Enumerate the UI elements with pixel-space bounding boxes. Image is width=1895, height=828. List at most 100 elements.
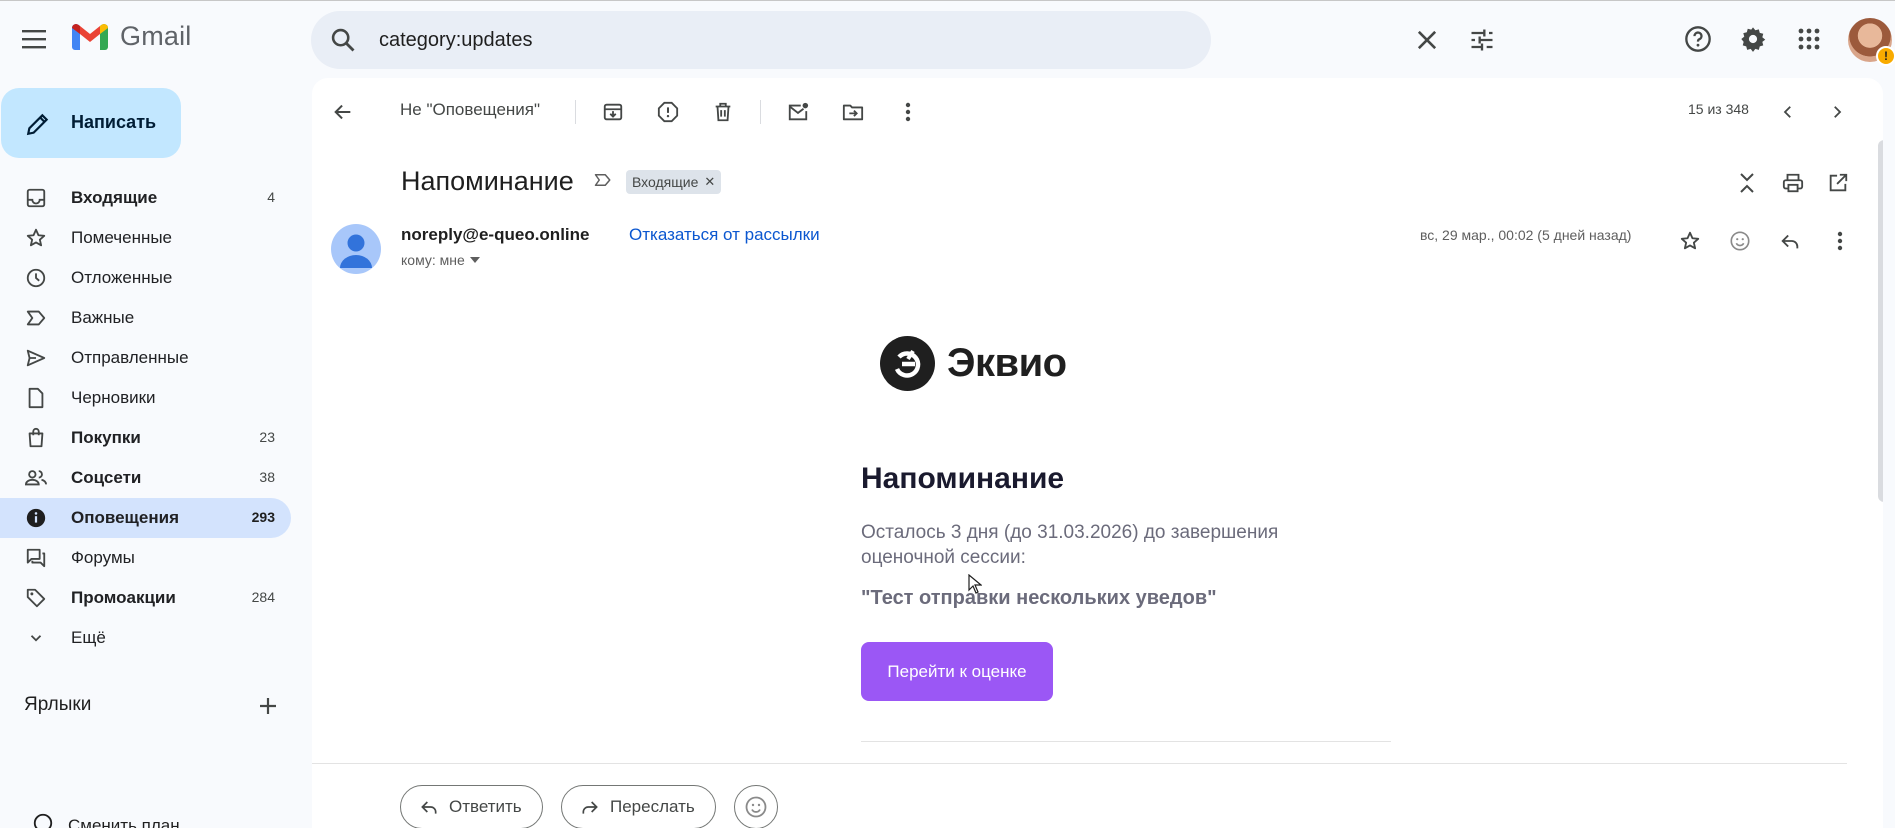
labels-heading: Ярлыки (24, 694, 92, 715)
thread-divider (312, 763, 1847, 764)
account-warning-icon: ! (1876, 46, 1895, 66)
compose-button[interactable]: Написать (1, 88, 181, 158)
gmail-logo[interactable]: Gmail (70, 21, 192, 52)
upgrade-label: Сменить план (68, 815, 180, 828)
sidebar-item-sent[interactable]: Отправленные (0, 338, 291, 378)
sidebar-item-count: 293 (251, 509, 275, 525)
pencil-icon (26, 113, 49, 136)
more-vert-icon[interactable] (891, 95, 925, 129)
main-menu-icon[interactable] (19, 23, 51, 55)
clear-search-icon[interactable] (1413, 26, 1441, 59)
message-more-vert-icon[interactable] (1823, 224, 1857, 258)
reply-button[interactable]: Ответить (400, 785, 543, 828)
sidebar-item-label: Ещё (71, 628, 106, 647)
sender-email[interactable]: noreply@e-queo.online (401, 225, 589, 245)
label-chip-inbox: Входящие ✕ (626, 170, 722, 194)
go-to-assessment-button[interactable]: Перейти к оценке (861, 642, 1053, 701)
emoji-icon (745, 796, 767, 818)
sidebar-item-count: 23 (259, 429, 275, 445)
sidebar-item-label: Форумы (71, 548, 135, 567)
sender-avatar[interactable] (331, 224, 381, 274)
sidebar-item-starred[interactable]: Помеченные (0, 218, 291, 258)
email-session-name: "Тест отправки нескольких уведов" (861, 587, 1217, 609)
message-view: Не "Оповещения" 15 из 348 Напоминание Вх… (312, 78, 1883, 828)
newer-chevron-left-icon[interactable] (1771, 95, 1805, 129)
scrollbar[interactable] (1878, 140, 1883, 502)
toolbar-divider (575, 100, 576, 124)
not-updates-button[interactable]: Не "Оповещения" (400, 100, 540, 120)
ekvio-logo-mark-icon (880, 336, 935, 391)
sidebar-item-updates[interactable]: Оповещения 293 (0, 498, 291, 538)
star-message-icon[interactable] (1673, 224, 1707, 258)
sidebar-item-snoozed[interactable]: Отложенные (0, 258, 291, 298)
sidebar-item-label: Входящие (71, 188, 158, 207)
apps-grid-icon[interactable] (1788, 18, 1830, 60)
mark-unread-icon[interactable] (781, 95, 815, 129)
pagination-label: 15 из 348 (1688, 101, 1749, 117)
sidebar-item-more[interactable]: Ещё (0, 618, 291, 658)
react-emoji-button[interactable] (734, 785, 778, 828)
sidebar-item-count: 4 (267, 189, 275, 205)
importance-marker-icon[interactable] (594, 172, 612, 193)
sidebar-item-label: Промоакции (71, 588, 176, 607)
sidebar-item-label: Помеченные (71, 228, 173, 247)
star-icon (24, 226, 48, 250)
help-icon[interactable] (1677, 18, 1719, 60)
message-date: вс, 29 мар., 00:02 (5 дней назад) (1420, 227, 1632, 243)
gmail-m-icon (72, 23, 108, 50)
move-to-icon[interactable] (836, 95, 870, 129)
message-subject: Напоминание (401, 166, 574, 196)
sidebar-item-promotions[interactable]: Промоакции 284 (0, 578, 291, 618)
email-divider (861, 741, 1391, 742)
emoji-reaction-icon[interactable] (1723, 224, 1757, 258)
upgrade-plan-link[interactable]: Сменить план (32, 812, 180, 828)
search-input[interactable] (379, 26, 979, 54)
search-bar (311, 11, 1493, 69)
ekvio-wordmark: Эквио (947, 341, 1067, 385)
forum-icon (24, 546, 48, 570)
recipient-label: кому: мне (401, 252, 465, 268)
draft-icon (24, 386, 48, 410)
inbox-icon (24, 186, 48, 210)
add-label-icon[interactable] (256, 694, 280, 723)
sidebar-item-label: Оповещения (71, 508, 179, 527)
forward-button[interactable]: Переслать (561, 785, 716, 828)
recipient-details[interactable]: кому: мне (401, 252, 481, 268)
caret-down-icon (469, 257, 480, 263)
remove-label-icon[interactable]: ✕ (704, 174, 715, 190)
sidebar-item-important[interactable]: Важные (0, 298, 291, 338)
sidebar-item-purchases[interactable]: Покупки 23 (0, 418, 291, 458)
search-options-icon[interactable] (1468, 26, 1496, 59)
upgrade-icon (32, 812, 54, 828)
email-text: Осталось 3 дня (до 31.03.2026) до заверш… (861, 522, 1279, 568)
report-spam-icon[interactable] (651, 95, 685, 129)
sidebar-item-forums[interactable]: Форумы (0, 538, 291, 578)
delete-trash-icon[interactable] (706, 95, 740, 129)
collapse-all-icon[interactable] (1730, 166, 1764, 200)
settings-gear-icon[interactable] (1732, 18, 1774, 60)
search-icon[interactable] (329, 26, 357, 59)
label-chip-text: Входящие (632, 174, 699, 190)
top-bar: Gmail ! (0, 0, 1895, 78)
back-arrow-icon[interactable] (326, 95, 360, 129)
compose-label: Написать (71, 112, 157, 132)
archive-icon[interactable] (596, 95, 630, 129)
sidebar-item-label: Важные (71, 308, 135, 327)
sidebar-item-count: 38 (259, 469, 275, 485)
people-icon (24, 466, 48, 490)
sidebar-item-drafts[interactable]: Черновики (0, 378, 291, 418)
reply-icon[interactable] (1773, 224, 1807, 258)
account-avatar[interactable]: ! (1848, 18, 1895, 66)
tag-icon (24, 586, 48, 610)
print-icon[interactable] (1776, 166, 1810, 200)
open-in-new-window-icon[interactable] (1821, 166, 1855, 200)
sidebar-item-count: 284 (251, 589, 275, 605)
sidebar-item-social[interactable]: Соцсети 38 (0, 458, 291, 498)
older-chevron-right-icon[interactable] (1820, 95, 1854, 129)
toolbar-divider (760, 100, 761, 124)
unsubscribe-link[interactable]: Отказаться от рассылки (629, 225, 820, 245)
reply-arrow-icon (421, 801, 437, 814)
clock-icon (24, 266, 48, 290)
sidebar-item-inbox[interactable]: Входящие 4 (0, 178, 291, 218)
sidebar-nav: Входящие 4 Помеченные Отложенные Важные … (0, 178, 292, 658)
